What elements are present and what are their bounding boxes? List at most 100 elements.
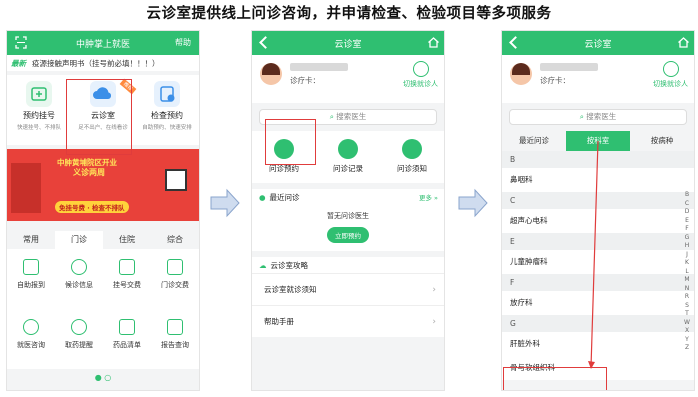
queue-icon (71, 259, 87, 275)
department-screen: 云诊室 诊疗卡： 切换就诊人 ⌕ 搜索医生 最近问诊 按科室 按病种 B 鼻咽科… (501, 30, 695, 391)
tile-exam[interactable]: 检查预约 自助预约、快速安排 (138, 81, 196, 131)
index-letter[interactable]: H (685, 242, 690, 251)
home-icon[interactable] (427, 36, 440, 49)
grid-item[interactable]: 挂号交费 (103, 259, 151, 309)
card-label: 诊疗卡： (290, 76, 320, 85)
scan-icon[interactable] (15, 36, 27, 49)
index-letter[interactable]: W (684, 319, 690, 328)
banner-line3: 免挂号费 · 检查不排队 (55, 201, 129, 213)
highlight-box (66, 79, 132, 155)
clipboard-icon (338, 139, 358, 159)
arrow-right-icon (210, 188, 240, 218)
grid-item[interactable]: 门诊交费 (151, 259, 199, 309)
switch-label: 切换就诊人 (403, 80, 438, 88)
switch-patient-button[interactable]: 切换就诊人 (403, 61, 438, 89)
grid-item[interactable]: 报告查询 (151, 319, 199, 369)
pointer-line (588, 140, 599, 369)
tab-general[interactable]: 综合 (151, 231, 199, 249)
user-switch-icon (412, 61, 429, 77)
search-icon: ⌕ (329, 112, 334, 121)
back-icon[interactable] (509, 36, 522, 49)
tile-label: 预约挂号 (23, 111, 55, 120)
back-icon[interactable] (259, 36, 272, 49)
index-letter[interactable]: M (684, 276, 689, 285)
headline: 云诊室提供线上问诊咨询，并申请检查、检验项目等多项服务 (146, 6, 552, 22)
banner-line2: 义诊两周 (73, 168, 105, 177)
exam-icon (154, 81, 180, 107)
index-letter[interactable]: J (686, 251, 688, 260)
avatar (510, 63, 532, 85)
index-letter[interactable]: K (685, 259, 689, 268)
tab-outpatient[interactable]: 门诊 (55, 231, 103, 249)
switch-patient-button[interactable]: 切换就诊人 (653, 61, 688, 89)
notice-text: 疫源接触声明书（挂号前必填！！！） (32, 58, 160, 68)
index-letter[interactable]: L (685, 268, 688, 277)
grid-label: 报告查询 (161, 341, 189, 349)
consult-icon (23, 319, 39, 335)
building-illustration (11, 163, 41, 213)
tab-inpatient[interactable]: 住院 (103, 231, 151, 249)
app-title: 中肿掌上就医 (75, 39, 130, 50)
grid-label: 挂号交费 (113, 281, 141, 289)
person-icon: ● (259, 192, 266, 202)
service-tabs: 常用 门诊 住院 综合 (7, 231, 199, 249)
qr-code-icon (165, 169, 187, 191)
grid-item[interactable]: 自助报到 (7, 259, 55, 309)
alphabet-index[interactable]: B C D E F G H J K L M N R S T W X Y Z (682, 191, 692, 353)
more-link[interactable]: 更多 » (419, 192, 438, 202)
home-icon[interactable] (677, 36, 690, 49)
index-letter[interactable]: X (685, 327, 689, 336)
index-letter[interactable]: B (685, 191, 689, 200)
patient-name-redacted (290, 63, 348, 71)
highlight-box (265, 119, 316, 165)
index-letter[interactable]: E (685, 217, 689, 226)
index-letter[interactable]: S (685, 302, 689, 311)
list-row-notice[interactable]: 云诊室就诊须知 › (252, 273, 444, 305)
quick-records[interactable]: 问诊记录 (320, 139, 376, 183)
search-icon: ⌕ (579, 112, 584, 121)
index-letter[interactable]: Y (685, 336, 689, 345)
index-letter[interactable]: D (685, 208, 690, 217)
medicine-list-icon (119, 319, 135, 335)
section-title: 云诊室攻略 (270, 260, 309, 270)
index-letter[interactable]: F (685, 225, 688, 234)
tab-recent[interactable]: 最近问诊 (502, 131, 566, 151)
promo-banner[interactable]: 中肿黄埔院区开业 义诊两周 免挂号费 · 检查不排队 (7, 149, 199, 221)
recent-section: ● 最近问诊 更多 » 暂无问诊医生 立即预约 (252, 189, 444, 251)
search-placeholder: 搜索医生 (336, 112, 367, 121)
grid-label: 就医咨询 (17, 341, 45, 349)
grid-item[interactable]: 候诊信息 (55, 259, 103, 309)
index-letter[interactable]: T (685, 310, 689, 319)
alarm-icon (71, 319, 87, 335)
index-letter[interactable]: C (685, 200, 689, 209)
top-bar: 中肿掌上就医 帮助 (7, 31, 199, 55)
list-row-manual[interactable]: 帮助手册 › (252, 305, 444, 337)
grid-item[interactable]: 药品清单 (103, 319, 151, 369)
index-letter[interactable]: N (685, 285, 690, 294)
search-placeholder: 搜索医生 (586, 112, 617, 121)
tile-label: 检查预约 (151, 111, 183, 120)
row-label: 云诊室就诊须知 (264, 285, 317, 294)
section-header: ● 最近问诊 更多 » (252, 189, 444, 205)
patient-card: 诊疗卡： 切换就诊人 (252, 55, 444, 103)
calendar-plus-icon (26, 81, 52, 107)
avatar (260, 63, 282, 85)
grid-item[interactable]: 取药提醒 (55, 319, 103, 369)
index-letter[interactable]: R (685, 293, 689, 302)
grid-item[interactable]: 就医咨询 (7, 319, 55, 369)
notice-bar[interactable]: 最新 疫源接触声明书（挂号前必填！！！） (7, 55, 199, 71)
book-now-button[interactable]: 立即预约 (327, 227, 369, 243)
document-icon (402, 139, 422, 159)
quick-notice[interactable]: 问诊须知 (384, 139, 440, 183)
search-input[interactable]: ⌕ 搜索医生 (509, 109, 687, 125)
index-letter[interactable]: G (685, 234, 690, 243)
section-title: 最近问诊 (269, 192, 300, 202)
cloud-clinic-screen: 云诊室 诊疗卡： 切换就诊人 ⌕ 搜索医生 问诊预约 问诊记录 问诊须知 ● 最… (251, 30, 445, 391)
tab-by-disease[interactable]: 按病种 (630, 131, 694, 151)
help-button[interactable]: 帮助 (175, 37, 191, 48)
grid-label: 取药提醒 (65, 341, 93, 349)
tile-appointment[interactable]: 预约挂号 快速挂号、不排队 (10, 81, 68, 131)
tab-common[interactable]: 常用 (7, 231, 55, 249)
grid-label: 门诊交费 (161, 281, 189, 289)
index-letter[interactable]: Z (685, 344, 689, 353)
